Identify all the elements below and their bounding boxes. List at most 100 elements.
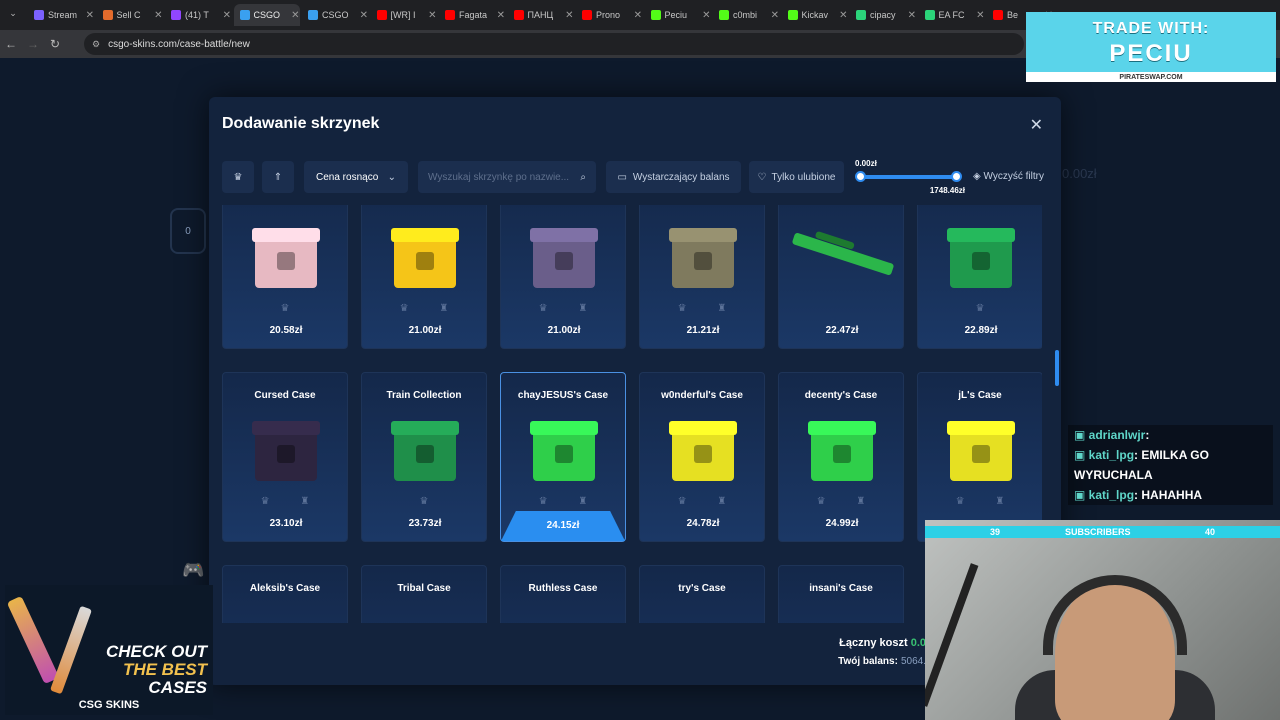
tab-title: [WR] I bbox=[390, 10, 416, 20]
promo-line3: CASES bbox=[148, 678, 207, 697]
reload-icon[interactable]: ↻ bbox=[44, 37, 66, 51]
case-image bbox=[669, 228, 737, 288]
case-card[interactable]: Train Collection ♛ 23.73zł bbox=[361, 372, 487, 542]
case-card[interactable]: ♛ 20.58zł bbox=[222, 205, 348, 349]
case-emblem bbox=[694, 252, 712, 270]
price-max-handle[interactable] bbox=[951, 171, 962, 182]
tab-close-icon[interactable]: ✕ bbox=[428, 10, 436, 21]
browser-tab[interactable]: (41) T ✕ bbox=[165, 4, 231, 26]
case-lid bbox=[530, 421, 598, 435]
browser-tab[interactable]: Kickav ✕ bbox=[782, 4, 848, 26]
case-name: decenty's Case bbox=[804, 390, 878, 401]
rifle-image bbox=[49, 605, 93, 695]
crown-icon: ♛ bbox=[233, 171, 243, 183]
case-card[interactable]: ♛ 22.89zł bbox=[917, 205, 1042, 349]
browser-tab[interactable]: CSGO ✕ bbox=[233, 4, 300, 26]
case-card[interactable]: w0nderful's Case ♛ ♜ 24.78zł bbox=[639, 372, 765, 542]
tab-favicon-icon bbox=[924, 10, 935, 20]
case-card[interactable]: chayJESUS's Case ♛ ♜ 24.15zł bbox=[500, 372, 626, 542]
tab-favicon-icon bbox=[308, 10, 318, 20]
tab-close-icon[interactable]: ✕ bbox=[291, 10, 299, 21]
total-cost-label: Łączny koszt bbox=[839, 637, 908, 649]
tab-title: CSGO bbox=[322, 10, 349, 20]
browser-tab[interactable]: CSGO ✕ bbox=[302, 4, 368, 26]
case-card[interactable]: Ruthless Case bbox=[500, 565, 626, 623]
case-image bbox=[252, 421, 320, 481]
tab-close-icon[interactable]: ✕ bbox=[908, 10, 916, 21]
case-card[interactable]: 22.47zł bbox=[778, 205, 904, 349]
tab-close-icon[interactable]: ✕ bbox=[702, 10, 710, 21]
price-min-handle[interactable] bbox=[855, 171, 866, 182]
url-field[interactable]: ⚙ csgo-skins.com/case-battle/new bbox=[84, 33, 1024, 55]
tab-close-icon[interactable]: ✕ bbox=[154, 10, 162, 21]
case-price: 24.15zł bbox=[501, 511, 625, 541]
microphone-arm bbox=[925, 563, 979, 707]
tab-close-icon[interactable]: ✕ bbox=[360, 10, 368, 21]
tab-close-icon[interactable]: ✕ bbox=[976, 10, 984, 21]
case-card[interactable]: ♛ ♜ 21.00zł bbox=[500, 205, 626, 349]
browser-tab[interactable]: EA FC ✕ bbox=[919, 4, 985, 26]
price-max-value: 1748.46zł bbox=[929, 186, 965, 195]
browser-tab[interactable]: ПАНЦ ✕ bbox=[508, 4, 574, 26]
case-badge-icons: ♛ ♜ bbox=[677, 303, 741, 314]
tab-close-icon[interactable]: ✕ bbox=[771, 10, 779, 21]
case-search-input[interactable]: Wyszukaj skrzynkę po nazwie... ⌕ bbox=[418, 161, 596, 193]
case-badge-icons: ♛ bbox=[419, 496, 443, 507]
tab-title: EA FC bbox=[938, 10, 965, 20]
crown-filter-button[interactable]: ♛ bbox=[222, 161, 254, 193]
back-icon[interactable]: ← bbox=[0, 37, 22, 51]
case-price: 24.78zł bbox=[686, 518, 720, 529]
browser-tab[interactable]: c0mbi ✕ bbox=[713, 4, 779, 26]
case-lid bbox=[391, 228, 459, 242]
case-emblem bbox=[972, 252, 990, 270]
close-icon[interactable]: ✕ bbox=[1030, 115, 1043, 135]
case-name: w0nderful's Case bbox=[661, 390, 743, 401]
case-card[interactable]: ♛ ♜ 21.00zł bbox=[361, 205, 487, 349]
case-lid bbox=[530, 228, 598, 242]
clear-filters-button[interactable]: ◈ Wyczyść filtry bbox=[973, 171, 1044, 182]
sufficient-balance-toggle[interactable]: ▭ Wystarczający balans bbox=[606, 161, 741, 193]
chevron-down-icon: ⌄ bbox=[387, 171, 396, 183]
case-grid-scrollbar[interactable] bbox=[1055, 350, 1059, 386]
tab-close-icon[interactable]: ✕ bbox=[565, 10, 573, 21]
chat-text: : HAHAHHA bbox=[1134, 488, 1203, 502]
case-price: 21.00zł bbox=[547, 325, 581, 336]
tab-close-icon[interactable]: ✕ bbox=[86, 10, 94, 21]
sort-select[interactable]: Cena rosnąco ⌄ bbox=[304, 161, 408, 193]
forward-icon[interactable]: → bbox=[22, 37, 44, 51]
trade-banner-site: PIRATESWAP.COM bbox=[1119, 74, 1183, 81]
tab-close-icon[interactable]: ✕ bbox=[634, 10, 642, 21]
filter-bar: ♛ ⇑ Cena rosnąco ⌄ Wyszukaj skrzynkę po … bbox=[222, 161, 844, 193]
browser-tab[interactable]: Prono ✕ bbox=[576, 4, 642, 26]
case-emblem bbox=[972, 445, 990, 463]
case-lid bbox=[947, 228, 1015, 242]
browser-tab[interactable]: cipacy ✕ bbox=[850, 4, 916, 26]
case-card[interactable]: Aleksib's Case bbox=[222, 565, 348, 623]
case-emblem bbox=[694, 445, 712, 463]
promo-logo: CSG SKINS bbox=[78, 699, 140, 711]
case-image bbox=[391, 421, 459, 481]
tab-close-icon[interactable]: ✕ bbox=[223, 10, 231, 21]
totals: Łączny koszt 0.0 Twój balans: 5064. bbox=[838, 637, 926, 673]
browser-tab[interactable]: Fagata ✕ bbox=[439, 4, 505, 26]
rank-filter-button[interactable]: ⇑ bbox=[262, 161, 294, 193]
case-card[interactable]: try's Case bbox=[639, 565, 765, 623]
case-card[interactable]: jL's Case ♛ ♜ bbox=[917, 372, 1042, 542]
knife-image bbox=[6, 595, 60, 685]
case-card[interactable]: insani's Case bbox=[778, 565, 904, 623]
tab-close-icon[interactable]: ✕ bbox=[497, 10, 505, 21]
tab-search-icon[interactable]: ⌄ bbox=[2, 8, 24, 19]
tab-close-icon[interactable]: ✕ bbox=[839, 10, 847, 21]
case-card[interactable]: decenty's Case ♛ ♜ 24.99zł bbox=[778, 372, 904, 542]
browser-tab[interactable]: Peciu ✕ bbox=[645, 4, 711, 26]
browser-tab[interactable]: Stream ✕ bbox=[28, 4, 94, 26]
tab-favicon-icon bbox=[171, 10, 181, 20]
favorites-only-toggle[interactable]: ♡ Tylko ulubione bbox=[749, 161, 844, 193]
case-card[interactable]: Tribal Case bbox=[361, 565, 487, 623]
case-card[interactable]: ♛ ♜ 21.21zł bbox=[639, 205, 765, 349]
case-card[interactable]: Cursed Case ♛ ♜ 23.10zł bbox=[222, 372, 348, 542]
browser-tab[interactable]: Sell C ✕ bbox=[97, 4, 163, 26]
browser-tab[interactable]: [WR] I ✕ bbox=[371, 4, 437, 26]
site-info-icon[interactable]: ⚙ bbox=[92, 39, 100, 50]
price-range-slider[interactable]: 0.00zł 1748.46zł bbox=[855, 159, 965, 195]
